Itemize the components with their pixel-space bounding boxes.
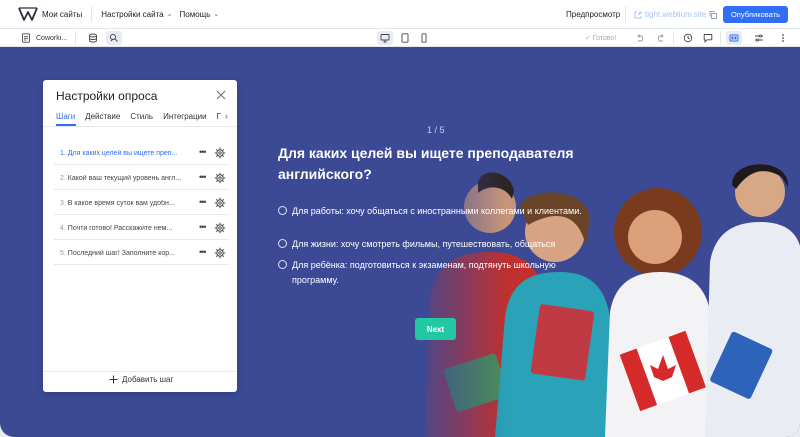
design-icon[interactable] bbox=[106, 31, 122, 45]
step-number: 5. bbox=[60, 249, 66, 257]
settings-sliders-icon[interactable] bbox=[752, 31, 766, 45]
tab-style[interactable]: Стиль bbox=[130, 112, 153, 121]
chevron-down-icon: ⌄ bbox=[166, 11, 173, 18]
step-number: 2. bbox=[60, 174, 66, 182]
more-icon[interactable]: ••• bbox=[199, 172, 207, 182]
more-icon[interactable]: ••• bbox=[199, 197, 207, 207]
panel-icon[interactable] bbox=[726, 31, 742, 45]
divider bbox=[673, 31, 674, 45]
divider bbox=[720, 31, 721, 45]
mobile-icon[interactable] bbox=[417, 31, 431, 45]
step-label: Почти готово! Расскажите нем... bbox=[67, 224, 173, 232]
plus-icon bbox=[109, 375, 118, 384]
divider bbox=[91, 6, 93, 22]
site-settings-label: Настройки сайта bbox=[101, 9, 164, 19]
gear-icon[interactable] bbox=[214, 247, 226, 259]
page-selector[interactable]: Coworki... bbox=[36, 31, 67, 45]
tablet-icon[interactable] bbox=[398, 31, 412, 45]
radio-button[interactable] bbox=[278, 206, 287, 215]
site-settings-menu[interactable]: Настройки сайта ⌄ bbox=[101, 10, 172, 19]
editor-toolbar: Coworki... ✓ Готово! bbox=[0, 29, 800, 47]
save-status: ✓ Готово! bbox=[585, 31, 616, 45]
step-label: Для каких целей вы ищете преп... bbox=[67, 149, 178, 157]
history-icon[interactable] bbox=[681, 31, 695, 45]
tab-steps[interactable]: Шаги bbox=[56, 112, 75, 121]
comment-icon[interactable] bbox=[701, 31, 715, 45]
step-label: Какой ваш текущий уровень англ... bbox=[67, 174, 182, 182]
gear-icon[interactable] bbox=[214, 222, 226, 234]
divider bbox=[75, 31, 76, 45]
close-icon[interactable] bbox=[215, 89, 227, 101]
radio-button[interactable] bbox=[278, 260, 287, 269]
desktop-icon[interactable] bbox=[377, 31, 393, 45]
preview-button[interactable]: Предпросмотр bbox=[566, 10, 620, 19]
radio-button[interactable] bbox=[278, 239, 287, 248]
step-number: 4. bbox=[60, 224, 66, 232]
step-item[interactable]: 1. Для каких целей вы ищете преп... ••• bbox=[54, 142, 229, 165]
site-domain-link[interactable]: tight.weblium.site bbox=[634, 10, 718, 19]
page-name: Coworki... bbox=[36, 34, 68, 42]
step-item[interactable]: 3. В какое время суток вам удобн... ••• bbox=[54, 192, 229, 215]
tab-integrations[interactable]: Интеграции bbox=[163, 112, 207, 121]
more-icon[interactable]: ••• bbox=[199, 247, 207, 257]
help-menu[interactable]: Помощь ⌄ bbox=[180, 10, 220, 19]
status-text: ✓ Готово! bbox=[585, 35, 617, 42]
survey-settings-panel: Настройки опроса Шаги Действие Стиль Инт… bbox=[43, 80, 237, 392]
more-icon[interactable]: ••• bbox=[199, 147, 207, 157]
external-link-icon bbox=[634, 11, 642, 18]
domain-text: tight.weblium.site bbox=[645, 10, 707, 19]
option-label: Для работы: хочу общаться с иностранными… bbox=[292, 206, 582, 216]
next-button[interactable]: Next bbox=[415, 318, 456, 340]
divider bbox=[625, 6, 626, 22]
tab-more[interactable]: Г bbox=[217, 112, 221, 121]
chevron-right-icon[interactable]: › bbox=[225, 111, 228, 121]
chevron-down-icon: ⌄ bbox=[213, 11, 220, 18]
step-item[interactable]: 5. Последний шаг! Заполните кор... ••• bbox=[54, 242, 229, 265]
more-icon[interactable]: ••• bbox=[199, 222, 207, 232]
redo-icon[interactable] bbox=[654, 31, 668, 45]
step-number: 3. bbox=[60, 199, 66, 207]
my-sites-link[interactable]: Мои сайты bbox=[42, 10, 82, 19]
top-bar: Мои сайты Настройки сайта ⌄ Помощь ⌄ Пре… bbox=[0, 0, 800, 29]
step-item[interactable]: 2. Какой ваш текущий уровень англ... ••• bbox=[54, 167, 229, 190]
answer-option[interactable]: Для жизни: хочу смотреть фильмы, путешес… bbox=[278, 237, 598, 252]
undo-icon[interactable] bbox=[633, 31, 647, 45]
publish-button[interactable]: Опубликовать bbox=[723, 6, 788, 23]
more-icon[interactable] bbox=[776, 31, 790, 45]
gear-icon[interactable] bbox=[214, 197, 226, 209]
gear-icon[interactable] bbox=[214, 147, 226, 159]
answer-option[interactable]: Для работы: хочу общаться с иностранными… bbox=[278, 204, 598, 219]
step-item[interactable]: 4. Почти готово! Расскажите нем... ••• bbox=[54, 217, 229, 240]
option-label: Для ребёнка: подготовиться к экзаменам, … bbox=[292, 260, 556, 285]
panel-tabs: Шаги Действие Стиль Интеграции Г bbox=[56, 112, 221, 121]
add-step-button[interactable]: Добавить шаг bbox=[109, 375, 173, 384]
question-title: Для каких целей вы ищете преподавателя а… bbox=[278, 145, 574, 182]
add-step-label: Добавить шаг bbox=[122, 375, 174, 384]
divider bbox=[43, 371, 237, 372]
step-number: 1. bbox=[60, 149, 66, 157]
tab-action[interactable]: Действие bbox=[85, 112, 120, 121]
copy-icon[interactable] bbox=[709, 10, 718, 19]
students-photo bbox=[410, 147, 800, 437]
page-icon[interactable] bbox=[20, 31, 32, 45]
divider bbox=[43, 126, 237, 127]
step-label: Последний шаг! Заполните кор... bbox=[67, 249, 175, 257]
step-label: В какое время суток вам удобн... bbox=[67, 199, 175, 207]
layers-icon[interactable] bbox=[86, 31, 100, 45]
answer-option[interactable]: Для ребёнка: подготовиться к экзаменам, … bbox=[278, 258, 598, 288]
gear-icon[interactable] bbox=[214, 172, 226, 184]
logo-icon[interactable] bbox=[18, 7, 38, 21]
help-label: Помощь bbox=[179, 9, 211, 19]
panel-title: Настройки опроса bbox=[56, 89, 158, 103]
step-counter: 1 / 5 bbox=[427, 125, 445, 135]
option-label: Для жизни: хочу смотреть фильмы, путешес… bbox=[292, 239, 556, 249]
